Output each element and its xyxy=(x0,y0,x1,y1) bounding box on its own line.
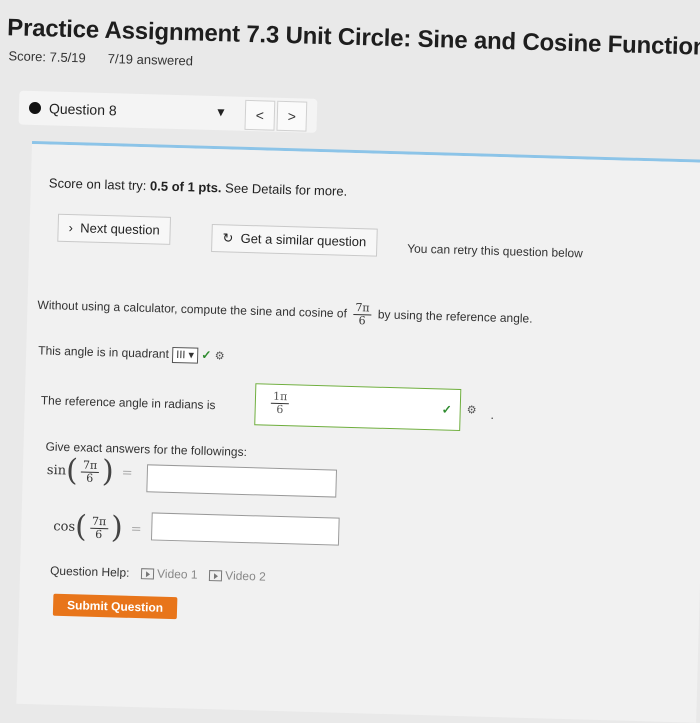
next-question-arrow-button[interactable]: > xyxy=(276,100,308,132)
score-summary: Score: 7.5/19 7/19 answered xyxy=(8,48,193,68)
sine-answer-input[interactable] xyxy=(146,464,338,498)
video-1-label: Video 1 xyxy=(156,566,198,582)
sentence-period: . xyxy=(490,407,495,422)
play-icon xyxy=(140,568,154,580)
question-navigator: Question 8 ▼ < > xyxy=(18,90,318,133)
sin-numerator: 7π xyxy=(80,458,100,473)
assignment-page: Practice Assignment 7.3 Unit Circle: Sin… xyxy=(0,0,700,723)
sin-label: sin xyxy=(46,462,67,479)
reference-answer-fraction: 1π 6 xyxy=(270,390,290,417)
gear-icon[interactable]: ⚙ xyxy=(215,350,225,362)
score-text: Score: 7.5/19 xyxy=(8,48,86,66)
similar-question-label: Get a similar question xyxy=(240,230,367,250)
next-question-label: Next question xyxy=(80,220,160,238)
sin-denominator: 6 xyxy=(86,471,94,485)
submit-question-button[interactable]: Submit Question xyxy=(52,593,178,620)
question-status-dot-icon xyxy=(28,101,42,115)
refresh-icon: ↻ xyxy=(222,230,234,246)
cos-label: cos xyxy=(53,519,76,535)
next-question-button[interactable]: › Next question xyxy=(57,213,172,245)
cos-denominator: 6 xyxy=(95,527,103,541)
last-try-points: 0.5 of 1 pts. xyxy=(149,178,222,196)
reference-angle-input[interactable]: 1π 6 ✓ xyxy=(254,383,462,432)
equals-sign: = xyxy=(121,465,133,481)
video-1-link[interactable]: Video 1 xyxy=(140,566,198,582)
play-icon xyxy=(208,570,223,582)
cosine-answer-input[interactable] xyxy=(150,512,340,546)
video-2-label: Video 2 xyxy=(225,568,266,584)
question-help-label: Question Help: xyxy=(49,563,130,580)
sine-expression: sin(7π 6) = xyxy=(46,453,133,490)
fraction-denominator: 6 xyxy=(358,314,366,328)
problem-text-after: by using the reference angle. xyxy=(377,307,533,326)
equals-sign: = xyxy=(130,521,142,537)
answered-count: 7/19 answered xyxy=(107,51,194,69)
video-2-link[interactable]: Video 2 xyxy=(208,568,266,584)
sin-fraction: 7π 6 xyxy=(80,458,100,485)
question-select-label[interactable]: Question 8 xyxy=(49,100,117,118)
cos-numerator: 7π xyxy=(89,514,109,529)
chevron-down-icon[interactable]: ▼ xyxy=(215,105,227,119)
problem-text-before: Without using a calculator, compute the … xyxy=(37,297,348,321)
angle-fraction: 7π 6 xyxy=(353,301,372,328)
cos-fraction: 7π 6 xyxy=(89,514,109,541)
gear-icon[interactable]: ⚙ xyxy=(467,403,477,416)
quadrant-value: III xyxy=(176,349,186,362)
checkmark-icon: ✓ xyxy=(441,402,452,417)
previous-question-button[interactable]: < xyxy=(244,99,276,131)
quadrant-label: This angle is in quadrant xyxy=(38,343,170,362)
quadrant-select[interactable]: III ▾ xyxy=(172,346,199,364)
similar-question-button[interactable]: ↻ Get a similar question xyxy=(211,224,378,257)
cosine-expression: cos(7π 6) = xyxy=(53,509,142,546)
last-try-prefix: Score on last try: xyxy=(48,175,147,194)
chevron-right-icon: › xyxy=(68,220,74,236)
chevron-down-icon: ▾ xyxy=(188,349,195,362)
checkmark-icon: ✓ xyxy=(201,347,212,363)
reference-answer-denominator: 6 xyxy=(276,402,284,417)
